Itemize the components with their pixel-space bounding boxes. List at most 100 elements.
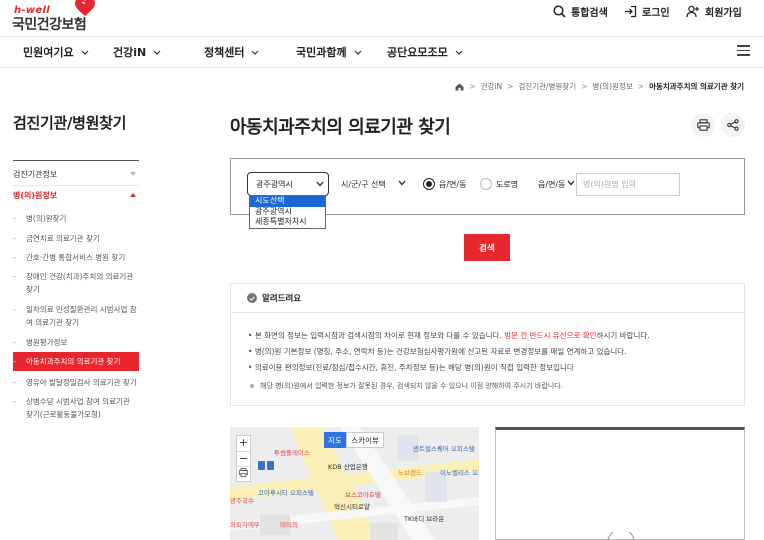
radio-label: 읍/면/동 <box>439 179 467 189</box>
zoom-out-button[interactable]: − <box>237 451 250 466</box>
login-link[interactable]: 로그인 <box>624 3 670 19</box>
menu-icon[interactable] <box>737 45 750 56</box>
bus-stop-icon[interactable] <box>258 461 274 470</box>
map-tab-map[interactable]: 지도 <box>324 432 346 448</box>
zoom-in-button[interactable]: + <box>237 436 250 451</box>
gnb-item-together[interactable]: 국민과함께 <box>296 44 362 60</box>
sidebar-section-checkup[interactable]: 검진기관정보 <box>13 160 139 186</box>
print-icon <box>696 119 710 131</box>
map-tab-skyview[interactable]: 스카이뷰 <box>346 432 384 448</box>
sidebar-section-label: 검진기관정보 <box>13 170 58 179</box>
sidebar-item[interactable]: - 장애인 건강(치과)주치의 의료기관 찾기 <box>13 270 139 296</box>
region-select[interactable]: 광주광역시 <box>247 172 329 196</box>
breadcrumb: > 건강iN > 검진기관/병원찾기 > 병(의)원정보 > 아동치과주치의 의… <box>455 81 744 92</box>
home-icon[interactable] <box>455 83 464 91</box>
radio-eupmyeondong[interactable]: 읍/면/동 <box>423 178 466 190</box>
notice-line: • 의료이용 편의정보(진료/점심/접수시간, 휴진, 주차정보 등)는 해당 … <box>248 363 574 372</box>
gnb-item-label: 정책센터 <box>204 46 245 59</box>
sidebar-item[interactable]: - 일차의료 만성질환관리 시범사업 참여 의료기관 찾기 <box>13 303 139 329</box>
chevron-down-icon <box>316 181 324 187</box>
search-link-label: 통합검색 <box>571 7 608 19</box>
breadcrumb-item[interactable]: 건강iN <box>481 81 503 92</box>
map-label[interactable]: 광주국수 <box>230 497 254 505</box>
login-icon <box>625 5 637 17</box>
notice-highlight: 방문 전 반드시 유선으로 확인 <box>504 331 597 340</box>
address-type-select[interactable]: 읍/면/동 <box>532 172 576 196</box>
sidebar-item[interactable]: - 상병수당 시범사업 참여 의료기관 찾기(근로활동불가모형) <box>13 395 139 421</box>
map-label[interactable]: KDB 산업은행 <box>328 463 368 471</box>
page-title: 아동치과주치의 의료기관 찾기 <box>230 117 451 138</box>
logo[interactable]: 국민건강보험 <box>12 14 87 34</box>
share-icon <box>727 119 739 131</box>
region-option[interactable]: 세종특별자치시 <box>250 217 325 228</box>
gnb-item-label: 건강iN <box>113 46 147 59</box>
map-label[interactable]: 보스코아호텔 <box>345 491 381 499</box>
chevron-down-icon <box>398 180 406 186</box>
breadcrumb-current: 아동치과주치의 의료기관 찾기 <box>649 82 744 91</box>
map-label[interactable]: 이노벨리스 오피스텔 <box>440 469 479 477</box>
chevron-down-icon <box>354 50 362 55</box>
sidebar-item[interactable]: - 영유아 발달정밀검사 의료기관 찾기 <box>13 376 139 389</box>
hospital-name-input[interactable]: 병(의)원명 입력 <box>576 173 680 196</box>
map-label[interactable]: 코아루시티 오피스텔 <box>258 489 314 497</box>
sidebar-item-active[interactable]: - 아동치과주치의 의료기관 찾기 <box>13 352 139 371</box>
sidebar-item[interactable]: - 병원평가정보 <box>13 336 139 349</box>
radio-checked-icon <box>423 178 435 190</box>
share-button[interactable] <box>721 113 745 137</box>
loading-circle-icon <box>607 532 635 540</box>
radio-road[interactable]: 도로명 <box>480 178 518 190</box>
region-option[interactable]: 시도선택 <box>250 196 325 207</box>
sidebar-section-label: 병(의)원정보 <box>13 191 58 200</box>
notice-note: 해당 병(의)원에서 입력한 정보가 잘못된 경우, 검색되지 않을 수 있으니… <box>250 381 563 391</box>
region-select-value: 광주광역시 <box>256 179 293 189</box>
search-button[interactable]: 검색 <box>464 234 510 261</box>
check-circle-icon <box>247 293 257 303</box>
district-select[interactable]: 시/군/구 선택 <box>333 172 410 196</box>
map-label[interactable]: 혁신시티로얄 <box>334 503 370 511</box>
add-user-icon <box>686 5 699 17</box>
chevron-down-icon <box>153 50 161 55</box>
gnb-item-health-in[interactable]: 건강iN <box>113 44 161 60</box>
print-icon <box>239 468 248 477</box>
sidebar-section-hospital[interactable]: 병(의)원정보 <box>13 190 139 201</box>
heart-logo-icon <box>75 0 95 16</box>
result-panel <box>495 427 745 540</box>
caret-up-icon <box>130 193 136 197</box>
map-label[interactable]: 투썸플레이스 <box>274 449 310 457</box>
map-label[interactable]: 센트럴스퀘어 오피스텔 <box>413 445 475 453</box>
chevron-down-icon <box>252 50 259 55</box>
gnb-item-minwon[interactable]: 민원여기요 <box>23 44 89 60</box>
breadcrumb-separator: > <box>637 82 645 91</box>
join-link-label: 회원가입 <box>705 7 742 19</box>
region-option[interactable]: 광주광역시 <box>250 207 325 218</box>
breadcrumb-item[interactable]: 검진기관/병원찾기 <box>518 81 576 92</box>
breadcrumb-separator: > <box>469 82 476 91</box>
map-label[interactable]: 와피자에뚜 <box>230 521 260 529</box>
map-label[interactable]: 미미의 <box>280 521 298 529</box>
notice-title: 알려드려요 <box>262 294 302 304</box>
sidebar-item[interactable]: - 금연치료 의료기관 찾기 <box>13 232 139 245</box>
notice-header: 알려드려요 <box>231 284 744 313</box>
search-link[interactable]: 통합검색 <box>553 3 608 19</box>
search-icon <box>553 4 566 18</box>
road-view-button[interactable] <box>237 466 250 481</box>
region-dropdown: 시도선택 광주광역시 세종특별자치시 <box>249 195 326 229</box>
chevron-down-icon <box>455 50 463 55</box>
radio-unchecked-icon <box>480 178 492 190</box>
breadcrumb-item[interactable]: 병(의)원정보 <box>592 81 632 92</box>
sidebar-title: 검진기관/병원찾기 <box>13 114 127 132</box>
join-link[interactable]: 회원가입 <box>686 3 742 19</box>
notice-line: • 병(의)원 기본정보 (명칭, 주소, 연락처 등)는 건강보험심사평가원에… <box>248 347 627 356</box>
gnb-item-label: 공단요모조모 <box>387 46 448 59</box>
map-label[interactable]: 노브랜드 <box>398 469 422 477</box>
print-button[interactable] <box>691 113 715 137</box>
breadcrumb-separator: > <box>581 82 588 91</box>
gnb-item-policy[interactable]: 정책센터 <box>204 44 259 60</box>
gnb-item-label: 국민과함께 <box>296 46 347 59</box>
sidebar-item[interactable]: - 병(의)원찾기 <box>13 212 139 225</box>
gnb-item-about[interactable]: 공단요모조모 <box>387 44 463 60</box>
map-label[interactable]: TK바디 브라운 <box>404 515 444 523</box>
caret-down-icon <box>130 172 136 176</box>
sidebar-item[interactable]: - 간호·간병 통합서비스 병원 찾기 <box>13 251 139 264</box>
breadcrumb-separator: > <box>507 82 514 91</box>
